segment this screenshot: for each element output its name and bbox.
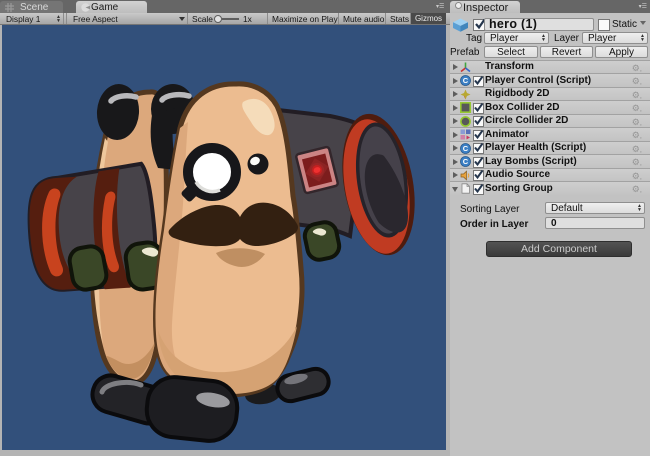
svg-text:C: C: [463, 157, 469, 166]
svg-text:C: C: [463, 144, 469, 153]
svg-text:C: C: [463, 76, 469, 85]
